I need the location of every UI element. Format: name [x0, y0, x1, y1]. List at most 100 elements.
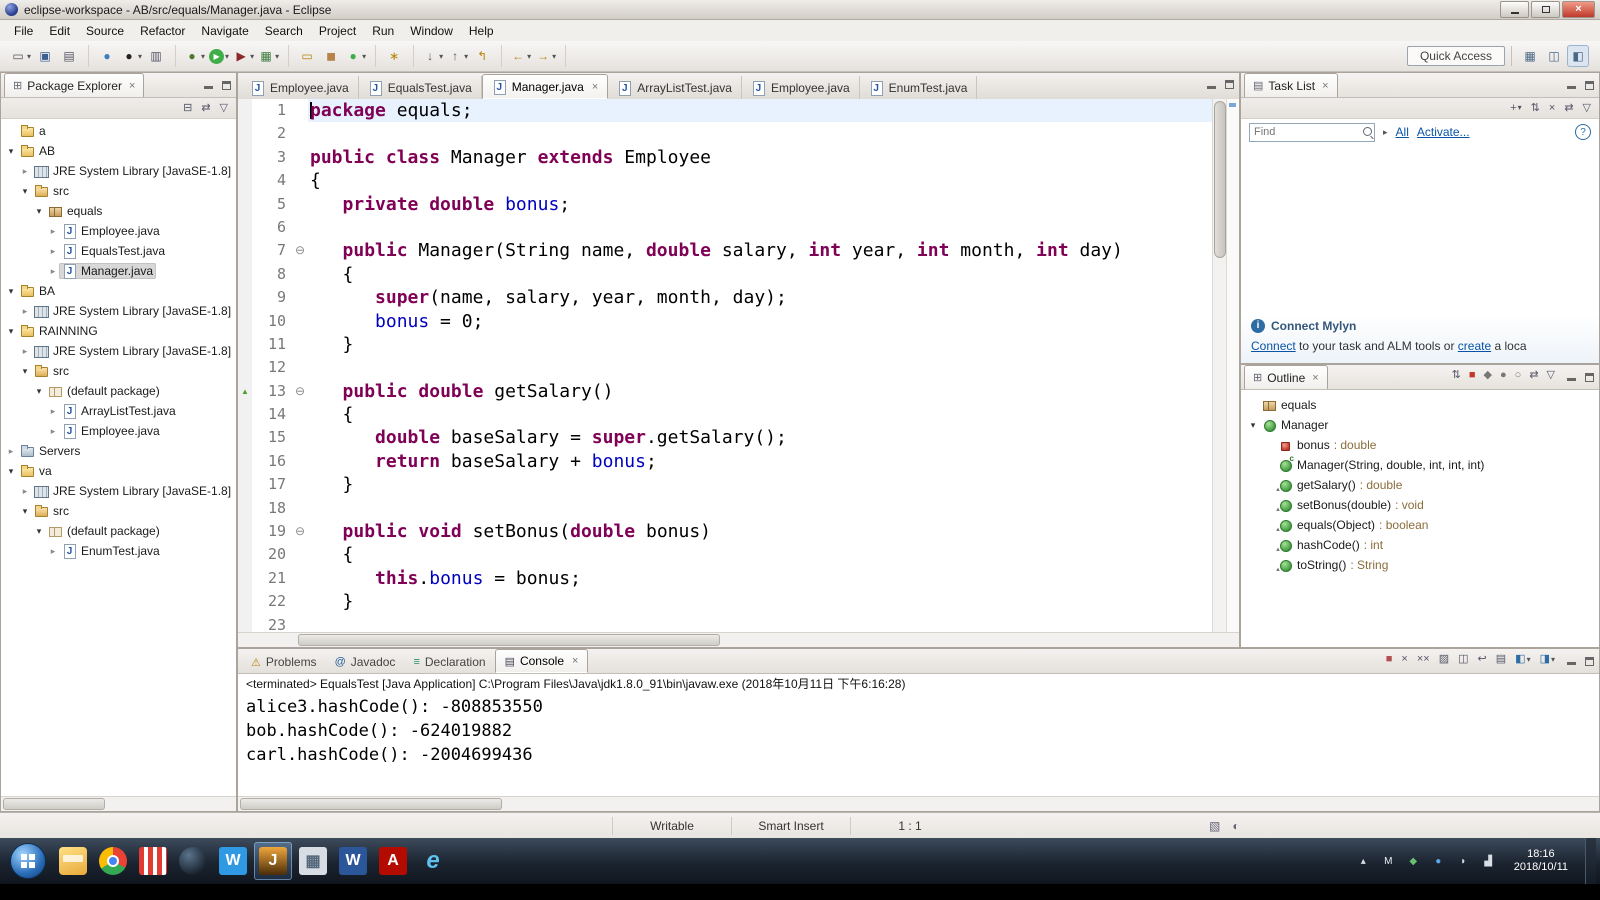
link-with-editor-button[interactable]: ⇄	[1564, 102, 1573, 114]
close-window-button[interactable]: ×	[1562, 1, 1595, 18]
hide-static-members-button[interactable]: ◆	[1484, 370, 1492, 381]
open-perspective-button[interactable]: ▦	[1519, 45, 1541, 67]
tree-arrow-icon[interactable]: ▾	[5, 286, 17, 297]
explorer-item-equalstest-java[interactable]: ▸EqualsTest.java	[1, 241, 236, 261]
quick-access-box[interactable]: Quick Access	[1406, 46, 1505, 66]
close-tab-icon[interactable]: ×	[572, 655, 578, 667]
editor-tab-arraylisttest-java[interactable]: ArrayListTest.java	[608, 76, 742, 99]
chrome-button[interactable]	[94, 842, 132, 880]
code-line-14[interactable]: 14 {	[238, 403, 1213, 427]
maximize-view-button[interactable]	[1585, 372, 1594, 382]
fold-marker-icon[interactable]: ⊖	[292, 380, 308, 403]
code-line-4[interactable]: 4{	[238, 169, 1213, 193]
code-line-7[interactable]: 7 ⊖ public Manager(String name, double sa…	[238, 239, 1213, 263]
code-line-1[interactable]: 1 package equals;	[238, 99, 1213, 123]
app-red-button[interactable]	[134, 842, 172, 880]
sort-button[interactable]: ⇅	[1452, 370, 1461, 381]
minimize-window-button[interactable]	[1500, 1, 1529, 18]
tree-arrow-icon[interactable]: ▸	[47, 266, 59, 277]
remove-all-terminated-button[interactable]: ××	[1417, 654, 1430, 665]
minimize-editor-button[interactable]	[1207, 80, 1217, 90]
tree-arrow-icon[interactable]: ▸	[47, 226, 59, 237]
show-hidden-icons-icon[interactable]: ▴	[1355, 854, 1372, 869]
scrollbar-thumb[interactable]	[298, 634, 720, 646]
scrollbar-thumb[interactable]	[3, 798, 105, 810]
outline-item-equals-object[interactable]: equals(Object) : boolean	[1241, 515, 1599, 535]
explorer-item-src[interactable]: ▾ src	[1, 361, 236, 381]
print-button[interactable]: ▤	[58, 45, 80, 67]
task-list-activate-link[interactable]: Activate...	[1417, 125, 1470, 139]
show-desktop-button[interactable]	[1585, 838, 1596, 884]
open-web-browser-button[interactable]: ●	[96, 45, 118, 67]
background-progress-icon[interactable]: ◐	[1232, 819, 1239, 833]
explorer-item-ab[interactable]: ▾ AB	[1, 141, 236, 161]
code-line-20[interactable]: 20 {	[238, 543, 1213, 567]
delete-task-button[interactable]: ×	[1549, 102, 1555, 114]
app-globe-button[interactable]	[174, 842, 212, 880]
code-line-15[interactable]: 15 double baseSalary = super.getSalary()…	[238, 426, 1213, 450]
close-view-icon[interactable]: ×	[1312, 372, 1318, 384]
code-line-3[interactable]: 3 public class Manager extends Employee	[238, 145, 1213, 170]
view-menu-button[interactable]: ▽	[1547, 370, 1555, 381]
fold-marker-icon[interactable]: ⊖	[292, 239, 308, 262]
previous-annotation-button[interactable]: ↑ ▾	[446, 45, 469, 67]
console-view-button[interactable]: ▥	[145, 45, 167, 67]
code-line-11[interactable]: 11 }	[238, 332, 1213, 357]
maximize-view-button[interactable]	[1585, 656, 1594, 666]
save-button[interactable]: ▣	[34, 45, 56, 67]
synchronize-button[interactable]: ⇅	[1531, 102, 1540, 114]
link-with-editor-button[interactable]: ⇄	[1529, 370, 1538, 381]
code-editor[interactable]: 1 package equals; 2 3 public class Manager e…	[238, 99, 1239, 633]
scroll-lock-button[interactable]: ◫	[1458, 654, 1468, 665]
security-status-icon[interactable]: ◆	[1405, 854, 1422, 869]
java-ee-button[interactable]: J	[254, 842, 292, 880]
explorer-item-employee-java[interactable]: ▸Employee.java	[1, 221, 236, 241]
tree-arrow-icon[interactable]: ▸	[5, 446, 17, 457]
explorer-item-src[interactable]: ▾ src	[1, 501, 236, 521]
pin-console-button[interactable]: ▤	[1496, 654, 1506, 665]
menu-edit[interactable]: Edit	[41, 22, 78, 40]
outline-view-tab[interactable]: ⊞ Outline ×	[1244, 365, 1328, 389]
next-annotation-button[interactable]: ↓ ▾	[421, 45, 444, 67]
code-line-8[interactable]: 8 {	[238, 262, 1213, 287]
menu-file[interactable]: File	[6, 22, 41, 40]
console-tab-console[interactable]: ▤ Console ×	[494, 649, 589, 673]
coverage-button[interactable]: ▦ ▾	[257, 45, 280, 67]
wps-writer-button[interactable]: W	[214, 842, 252, 880]
outline-item-equals[interactable]: equals	[1241, 395, 1599, 415]
run-external-tools-button[interactable]: ▶ ▾	[232, 45, 255, 67]
tree-arrow-icon[interactable]: ▸	[19, 306, 31, 317]
outline-item-bonus[interactable]: bonus : double	[1241, 435, 1599, 455]
collapse-all-button[interactable]: ⊟	[183, 102, 192, 114]
code-line-10[interactable]: 10 bonus = 0;	[238, 309, 1213, 333]
code-line-17[interactable]: 17 }	[238, 473, 1213, 497]
app-gray-button[interactable]: ▦	[294, 842, 332, 880]
taskbar-clock[interactable]: 18:16 2018/10/11	[1505, 848, 1577, 874]
menu-navigate[interactable]: Navigate	[193, 22, 256, 40]
explorer-item-va[interactable]: ▾ va	[1, 461, 236, 481]
tree-arrow-icon[interactable]: ▸	[19, 486, 31, 497]
view-menu-button[interactable]: ▽	[220, 102, 228, 114]
tree-arrow-icon[interactable]: ▸	[47, 246, 59, 257]
java-ee-perspective-button[interactable]: ◫	[1543, 45, 1565, 67]
close-tab-icon[interactable]: ×	[592, 81, 598, 93]
tree-arrow-icon[interactable]: ▸	[47, 546, 59, 557]
tree-arrow-icon[interactable]: ▾	[33, 386, 45, 397]
close-view-icon[interactable]: ×	[1322, 80, 1328, 92]
menu-search[interactable]: Search	[257, 22, 311, 40]
menu-project[interactable]: Project	[311, 22, 364, 40]
run-button[interactable]: ▶ ▾	[208, 45, 230, 67]
mylyn-link-connect[interactable]: Connect	[1251, 339, 1296, 353]
code-line-9[interactable]: 9 super(name, salary, year, month, day);	[238, 286, 1213, 310]
new-java-project-button[interactable]: ▭	[296, 45, 318, 67]
outline-item-getsalary[interactable]: getSalary() : double	[1241, 475, 1599, 495]
menu-run[interactable]: Run	[364, 22, 402, 40]
explorer-item-enumtest-java[interactable]: ▸EnumTest.java	[1, 541, 236, 561]
menu-source[interactable]: Source	[78, 22, 132, 40]
code-line-23[interactable]: 23	[238, 613, 1213, 633]
input-method-indicator-icon[interactable]: M	[1380, 854, 1397, 869]
outline-item-tostring[interactable]: toString() : String	[1241, 555, 1599, 575]
task-list-view-tab[interactable]: ▤ Task List ×	[1244, 73, 1338, 97]
console-tab-javadoc[interactable]: @ Javadoc	[326, 651, 405, 673]
close-view-icon[interactable]: ×	[129, 80, 135, 92]
